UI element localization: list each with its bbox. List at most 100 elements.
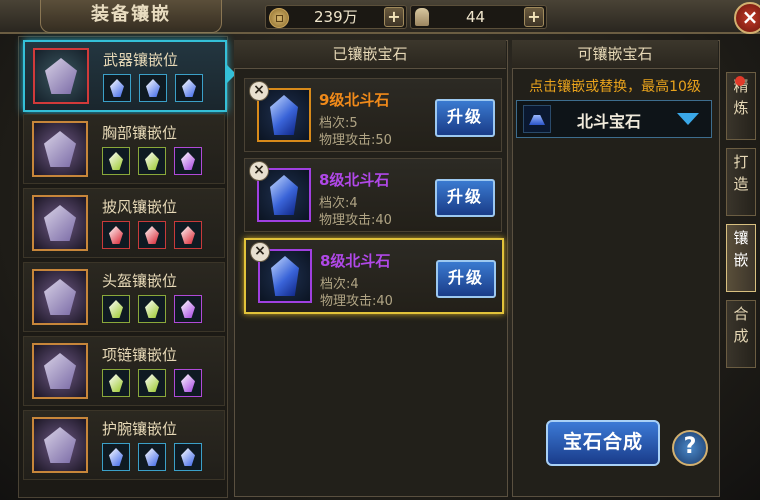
gem-shape: [109, 448, 123, 466]
equipment-art: [45, 58, 77, 94]
game-window: 装备镶嵌 239万 + 44 + × 武器镶嵌位胸部镶嵌位披风镶嵌位头盔镶嵌位项…: [0, 0, 760, 500]
gem-compose-button[interactable]: 宝石合成: [546, 420, 660, 466]
side-tab-char: 成: [733, 327, 749, 345]
gem-type-select[interactable]: 北斗宝石: [516, 100, 712, 138]
purple-gem-icon[interactable]: [174, 369, 202, 397]
side-tab-char: 嵌: [733, 251, 749, 269]
gem-shape: [182, 79, 196, 97]
green-gem-icon[interactable]: [102, 147, 130, 175]
add-people-button[interactable]: +: [524, 7, 544, 27]
equipment-slot[interactable]: 武器镶嵌位: [23, 40, 227, 112]
upgrade-button[interactable]: 升级: [435, 99, 495, 137]
gem-shape: [110, 79, 124, 97]
gem-shape: [181, 374, 195, 392]
coin-icon: [269, 8, 289, 28]
equipment-art: [44, 279, 76, 315]
side-tab-char: 合: [733, 305, 749, 323]
notification-dot: [735, 76, 745, 86]
gem-title: 9级北斗石: [319, 91, 390, 109]
helmet-icon: [32, 269, 88, 325]
red-gem-icon[interactable]: [102, 221, 130, 249]
gem-attack: 物理攻击:40: [320, 294, 393, 309]
green-gem-icon[interactable]: [102, 295, 130, 323]
remove-gem-button[interactable]: ×: [250, 242, 270, 262]
gem-shape: [145, 374, 159, 392]
chevron-down-icon: [677, 113, 699, 125]
selected-gem-name: 北斗宝石: [577, 112, 642, 131]
available-header: 可镶嵌宝石: [512, 40, 718, 69]
green-gem-icon[interactable]: [138, 147, 166, 175]
gem-shape: [109, 226, 123, 244]
weapon-icon: [33, 48, 89, 104]
remove-gem-button[interactable]: ×: [249, 81, 269, 101]
gem-shape: [109, 374, 123, 392]
equipment-slot[interactable]: 项链镶嵌位: [23, 336, 225, 406]
help-button[interactable]: ?: [672, 430, 708, 466]
blue-gem-icon[interactable]: [102, 443, 130, 471]
crystal-art: [271, 256, 299, 296]
person-icon: [415, 8, 429, 26]
chest-armor-icon: [32, 121, 88, 177]
people-counter: 44 +: [410, 5, 547, 29]
remove-gem-button[interactable]: ×: [249, 161, 269, 181]
page-title: 装备镶嵌: [40, 0, 222, 33]
gem-shape: [145, 152, 159, 170]
equipment-art: [44, 131, 76, 167]
blue-gem-icon[interactable]: [175, 74, 203, 102]
gem-shape: [146, 79, 160, 97]
gem-title: 8级北斗石: [319, 171, 390, 189]
gem-shape: [181, 300, 195, 318]
green-gem-icon[interactable]: [138, 295, 166, 323]
crystal-art: [270, 175, 298, 215]
upgrade-button[interactable]: 升级: [435, 179, 495, 217]
gem-attack: 物理攻击:50: [319, 133, 392, 148]
people-amount: 44: [466, 8, 486, 26]
gem-title: 8级北斗石: [320, 252, 391, 270]
purple-gem-icon[interactable]: [174, 295, 202, 323]
equipment-slot[interactable]: 胸部镶嵌位: [23, 114, 225, 184]
gem-shape: [109, 152, 123, 170]
side-tab-char: 镶: [733, 229, 749, 247]
inlaid-gem-card[interactable]: × 9级北斗石 档次:5 物理攻击:50 升级: [244, 78, 502, 152]
inlay-hint: 点击镶嵌或替换，最高10级: [529, 79, 701, 95]
blue-gem-icon[interactable]: [139, 74, 167, 102]
blue-gem-icon[interactable]: [138, 443, 166, 471]
gem-shape: [181, 226, 195, 244]
equipment-slot[interactable]: 头盔镶嵌位: [23, 262, 225, 332]
side-tab-char: 造: [733, 175, 749, 193]
inlaid-gem-card[interactable]: × 8级北斗石 档次:4 物理攻击:40 升级: [244, 238, 504, 314]
gem-shape: [145, 448, 159, 466]
slot-name: 护腕镶嵌位: [102, 420, 178, 438]
coin-amount: 239万: [314, 8, 358, 26]
equipment-art: [44, 353, 76, 389]
side-tab-char: 打: [733, 153, 749, 171]
equipment-slot[interactable]: 披风镶嵌位: [23, 188, 225, 258]
coin-counter: 239万 +: [265, 5, 407, 29]
add-coins-button[interactable]: +: [384, 7, 404, 27]
gem-shape: [181, 152, 195, 170]
gem-icon: [523, 105, 551, 133]
inlaid-gem-card[interactable]: × 8级北斗石 档次:4 物理攻击:40 升级: [244, 158, 502, 232]
slot-name: 披风镶嵌位: [102, 198, 178, 216]
close-button[interactable]: ×: [734, 2, 760, 34]
side-tab[interactable]: 镶嵌: [726, 224, 756, 292]
slot-name: 头盔镶嵌位: [102, 272, 178, 290]
equipment-slot[interactable]: 护腕镶嵌位: [23, 410, 225, 480]
slot-name: 武器镶嵌位: [103, 51, 179, 69]
purple-gem-icon[interactable]: [174, 147, 202, 175]
blue-gem-icon[interactable]: [103, 74, 131, 102]
green-gem-icon[interactable]: [138, 369, 166, 397]
red-gem-icon[interactable]: [138, 221, 166, 249]
blue-gem-icon[interactable]: [174, 443, 202, 471]
side-tab[interactable]: 打造: [726, 148, 756, 216]
equipment-art: [44, 205, 76, 241]
side-tab-char: 炼: [733, 99, 749, 117]
red-gem-icon[interactable]: [174, 221, 202, 249]
gem-shape: [145, 226, 159, 244]
green-gem-icon[interactable]: [102, 369, 130, 397]
upgrade-button[interactable]: 升级: [436, 260, 496, 298]
crystal-art: [270, 95, 298, 135]
side-tab[interactable]: 合成: [726, 300, 756, 368]
necklace-icon: [32, 343, 88, 399]
gem-shape: [145, 300, 159, 318]
